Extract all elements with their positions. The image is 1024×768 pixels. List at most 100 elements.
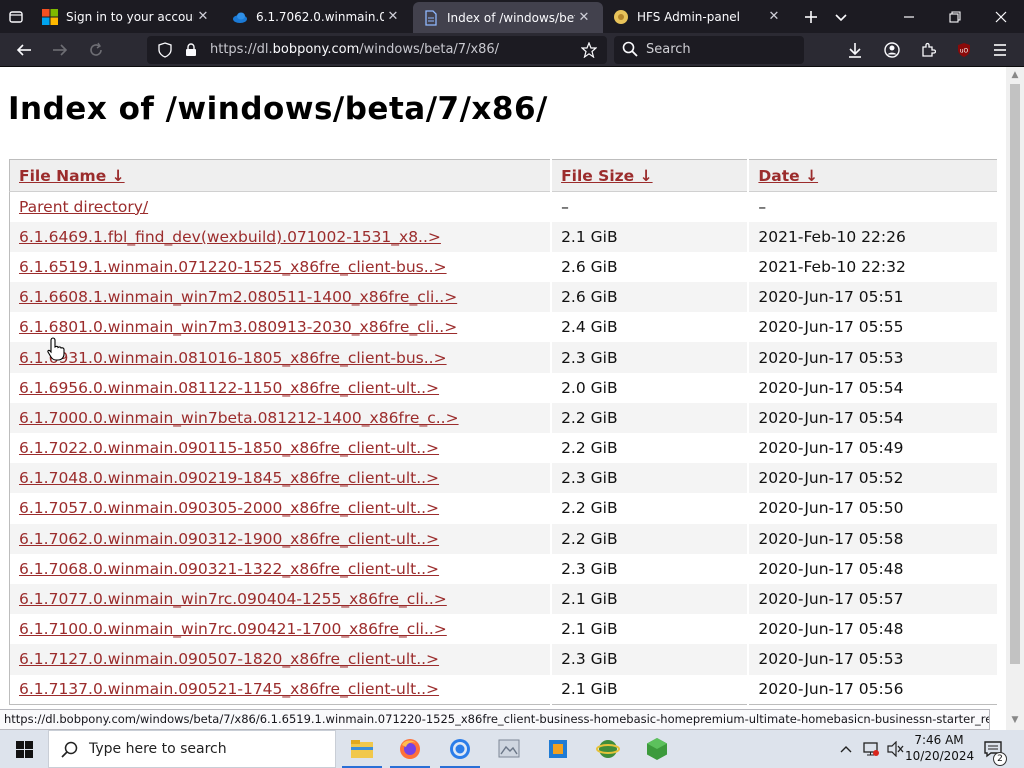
table-row: 6.1.7100.0.winmain_win7rc.090421-1700_x8… <box>9 614 999 645</box>
parent-directory-link[interactable]: Parent directory/ <box>19 198 148 216</box>
taskbar-search-box[interactable]: Type here to search <box>48 730 336 768</box>
file-name-cell: 6.1.7077.0.winmain_win7rc.090404-1255_x8… <box>9 583 553 615</box>
start-button[interactable] <box>0 730 48 768</box>
file-link[interactable]: 6.1.7022.0.winmain.090115-1850_x86fre_cl… <box>19 439 439 457</box>
list-all-tabs-icon[interactable] <box>0 0 32 33</box>
back-icon[interactable] <box>10 33 38 67</box>
onedrive-cloud-icon <box>232 9 248 25</box>
file-date-cell: 2020-Jun-17 05:54 <box>748 372 999 403</box>
file-name-cell: 6.1.6469.1.fbl_find_dev(wexbuild).071002… <box>9 221 553 252</box>
network-icon[interactable] <box>860 730 882 768</box>
clock-time: 7:46 AM <box>914 733 964 747</box>
close-tab-icon[interactable]: ✕ <box>575 10 593 25</box>
file-link[interactable]: 6.1.7127.0.winmain.090507-1820_x86fre_cl… <box>19 650 439 668</box>
tab-title: Sign in to your account <box>66 9 194 24</box>
system-clock[interactable]: 7:46 AM 10/20/2024 <box>905 732 974 764</box>
restore-icon[interactable] <box>932 0 978 33</box>
menu-hamburger-icon[interactable] <box>986 33 1014 67</box>
table-row: 6.1.7022.0.winmain.090115-1850_x86fre_cl… <box>9 433 999 464</box>
link-status-url: https://dl.bobpony.com/windows/beta/7/x8… <box>0 709 990 730</box>
page-icon <box>423 9 439 26</box>
file-explorer-icon[interactable] <box>338 730 386 768</box>
virtualbox-icon[interactable] <box>534 730 582 768</box>
search-bar[interactable]: Search <box>614 36 804 64</box>
file-date-cell: 2020-Jun-17 05:51 <box>748 282 999 313</box>
scroll-up-arrow-icon[interactable]: ▲ <box>1006 67 1024 83</box>
tab-hfs-admin[interactable]: HFS Admin-panel ✕ <box>603 0 793 33</box>
hand-cursor-icon <box>47 337 65 361</box>
table-row: 6.1.7137.0.winmain.090521-1745_x86fre_cl… <box>9 674 999 705</box>
file-link[interactable]: 6.1.6931.0.winmain.081016-1805_x86fre_cl… <box>19 349 447 367</box>
shield-icon[interactable] <box>153 36 177 64</box>
svg-text:uO: uO <box>960 48 969 55</box>
table-row: 6.1.7077.0.winmain_win7rc.090404-1255_x8… <box>9 583 999 615</box>
file-link[interactable]: 6.1.7000.0.winmain_win7beta.081212-1400_… <box>19 409 459 427</box>
reload-icon[interactable] <box>82 33 110 67</box>
chrome-icon[interactable] <box>436 730 484 768</box>
file-link[interactable]: 6.1.6469.1.fbl_find_dev(wexbuild).071002… <box>19 228 441 246</box>
tab-onedrive[interactable]: 6.1.7062.0.winmain.09031 ✕ <box>222 0 412 33</box>
file-link[interactable]: 6.1.6608.1.winmain_win7m2.080511-1400_x8… <box>19 288 457 306</box>
column-header-date[interactable]: Date ↓ <box>748 159 999 192</box>
file-name-cell: Parent directory/ <box>9 191 553 222</box>
table-row: 6.1.7068.0.winmain.090321-1322_x86fre_cl… <box>9 553 999 584</box>
sort-by-date-link[interactable]: Date ↓ <box>758 167 818 185</box>
tab-index-of[interactable]: Index of /windows/beta/ ✕ <box>413 2 603 33</box>
scrollbar-thumb[interactable] <box>1010 84 1020 664</box>
bookmark-star-icon[interactable] <box>577 36 601 64</box>
table-row: 6.1.6956.0.winmain.081122-1150_x86fre_cl… <box>9 372 999 403</box>
file-link[interactable]: 6.1.7068.0.winmain.090321-1322_x86fre_cl… <box>19 560 439 578</box>
file-link[interactable]: 6.1.7100.0.winmain_win7rc.090421-1700_x8… <box>19 620 447 638</box>
address-bar[interactable]: https://dl.bobpony.com/windows/beta/7/x8… <box>147 36 607 64</box>
file-name-cell: 6.1.7062.0.winmain.090312-1900_x86fre_cl… <box>9 523 553 554</box>
close-tab-icon[interactable]: ✕ <box>194 9 212 24</box>
file-name-cell: 6.1.7100.0.winmain_win7rc.090421-1700_x8… <box>9 614 553 645</box>
file-name-cell: 6.1.6519.1.winmain.071220-1525_x86fre_cl… <box>9 251 553 283</box>
file-link[interactable]: 6.1.7062.0.winmain.090312-1900_x86fre_cl… <box>19 530 439 548</box>
minimize-icon[interactable] <box>886 0 932 33</box>
column-header-file-name[interactable]: File Name ↓ <box>9 159 553 192</box>
file-date-cell: 2020-Jun-17 05:52 <box>748 463 999 494</box>
file-size-cell: – <box>551 191 750 222</box>
scroll-down-arrow-icon[interactable]: ▼ <box>1006 712 1024 728</box>
file-size-cell: 2.2 GiB <box>551 433 750 464</box>
microsoft-logo-icon <box>42 8 58 25</box>
page-scrollbar[interactable]: ▲ ▼ <box>1006 67 1024 730</box>
download-icon[interactable] <box>841 33 869 67</box>
file-link[interactable]: 6.1.7137.0.winmain.090521-1745_x86fre_cl… <box>19 680 439 698</box>
account-icon[interactable] <box>878 33 906 67</box>
forward-icon[interactable] <box>46 33 74 67</box>
new-tab-icon[interactable] <box>795 0 827 33</box>
chevron-down-icon[interactable] <box>825 0 857 33</box>
show-hidden-icons-icon[interactable] <box>836 730 856 768</box>
url-text[interactable]: https://dl.bobpony.com/windows/beta/7/x8… <box>210 42 499 57</box>
close-tab-icon[interactable]: ✕ <box>765 9 783 24</box>
image-viewer-icon[interactable] <box>485 730 533 768</box>
tab-strip: Sign in to your account ✕ 6.1.7062.0.win… <box>0 0 1024 33</box>
file-date-cell: 2020-Jun-17 05:54 <box>748 402 999 433</box>
close-tab-icon[interactable]: ✕ <box>384 9 402 24</box>
lock-icon[interactable] <box>179 36 203 64</box>
sort-by-size-link[interactable]: File Size ↓ <box>561 167 653 185</box>
close-window-icon[interactable] <box>978 0 1024 33</box>
sort-by-name-link[interactable]: File Name ↓ <box>19 167 125 185</box>
volume-muted-icon[interactable] <box>884 730 906 768</box>
file-link[interactable]: 6.1.7048.0.winmain.090219-1845_x86fre_cl… <box>19 469 439 487</box>
file-size-cell: 2.3 GiB <box>551 463 750 494</box>
tab-sign-in[interactable]: Sign in to your account ✕ <box>32 0 222 33</box>
file-size-cell: 2.2 GiB <box>551 493 750 524</box>
file-link[interactable]: 6.1.7057.0.winmain.090305-2000_x86fre_cl… <box>19 499 439 517</box>
ublock-origin-icon[interactable]: uO <box>950 33 978 67</box>
file-link[interactable]: 6.1.6956.0.winmain.081122-1150_x86fre_cl… <box>19 379 439 397</box>
hexagon-app-icon[interactable] <box>633 730 681 768</box>
network-globe-icon[interactable] <box>584 730 632 768</box>
file-link[interactable]: 6.1.6801.0.winmain_win7m3.080913-2030_x8… <box>19 318 457 336</box>
table-row: 6.1.6801.0.winmain_win7m3.080913-2030_x8… <box>9 312 999 343</box>
extensions-icon[interactable] <box>914 33 942 67</box>
file-size-cell: 2.3 GiB <box>551 644 750 675</box>
table-row: 6.1.6608.1.winmain_win7m2.080511-1400_x8… <box>9 282 999 313</box>
file-link[interactable]: 6.1.6519.1.winmain.071220-1525_x86fre_cl… <box>19 258 447 276</box>
firefox-icon[interactable] <box>386 730 434 768</box>
column-header-file-size[interactable]: File Size ↓ <box>551 159 750 192</box>
file-link[interactable]: 6.1.7077.0.winmain_win7rc.090404-1255_x8… <box>19 590 447 608</box>
